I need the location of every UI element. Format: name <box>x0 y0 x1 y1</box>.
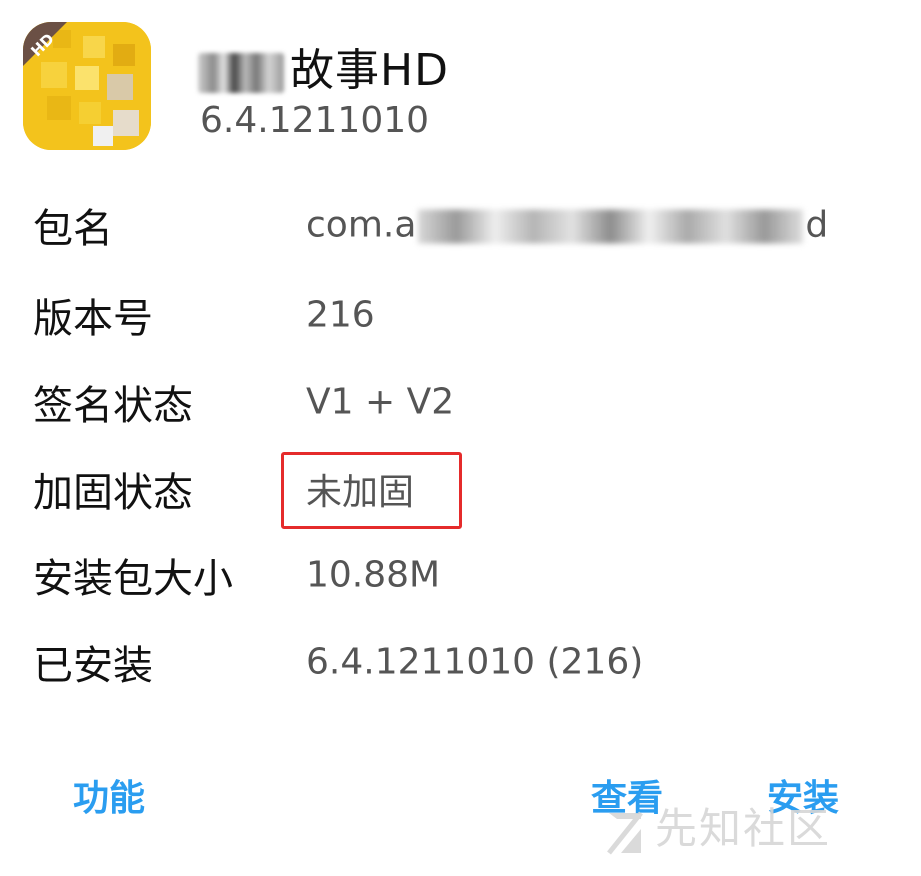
watermark-logo-icon <box>607 810 643 855</box>
version-code-value: 216 <box>306 294 375 336</box>
app-header: HD 故事HD 6.4.1211010 <box>0 0 921 170</box>
signature-status-value: V1 + V2 <box>306 381 455 423</box>
info-row-signature: 签名状态 V1 + V2 <box>0 362 921 442</box>
installed-label: 已安装 <box>33 643 153 689</box>
package-size-label: 安装包大小 <box>33 556 233 602</box>
function-button[interactable]: 功能 <box>73 769 145 821</box>
info-row-package: 包名 com.a d <box>0 185 921 265</box>
watermark-text: 先知社区 <box>655 804 832 853</box>
package-name-label: 包名 <box>33 206 113 252</box>
info-row-version-code: 版本号 216 <box>0 275 921 355</box>
app-version: 6.4.1211010 <box>200 100 430 141</box>
version-code-label: 版本号 <box>33 296 153 342</box>
package-name-value: com.a d <box>306 204 829 246</box>
info-row-size: 安装包大小 10.88M <box>0 535 921 615</box>
info-row-installed: 已安装 6.4.1211010 (216) <box>0 622 921 702</box>
redacted-package-name <box>418 209 804 244</box>
hardening-status-value: 未加固 <box>306 472 415 513</box>
watermark: 先知社区 <box>605 795 831 856</box>
app-icon: HD <box>23 22 151 150</box>
redacted-app-name <box>198 53 284 93</box>
info-row-hardening: 加固状态 未加固 <box>0 449 921 529</box>
package-size-value: 10.88M <box>306 554 441 596</box>
hardening-status-label: 加固状态 <box>33 470 193 516</box>
installed-value: 6.4.1211010 (216) <box>306 641 644 683</box>
app-name: 故事HD <box>198 34 449 98</box>
signature-status-label: 签名状态 <box>33 383 193 429</box>
